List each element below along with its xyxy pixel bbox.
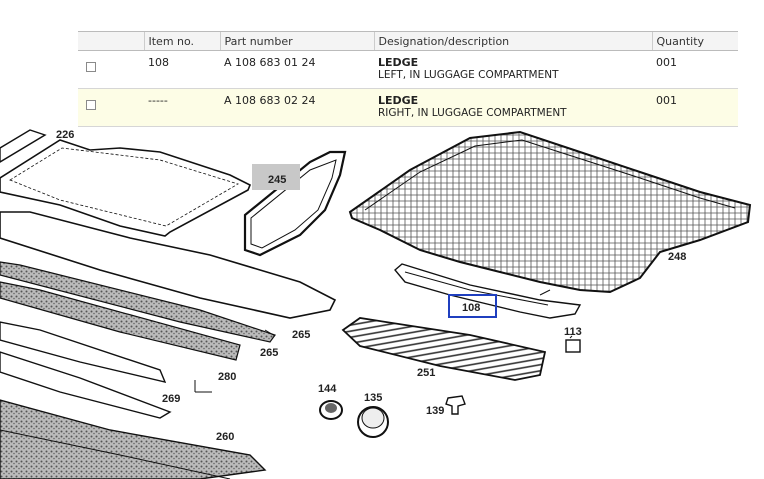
clip-113 bbox=[565, 339, 581, 353]
label-248: 248 bbox=[668, 251, 686, 263]
row-checkbox[interactable] bbox=[86, 62, 96, 72]
part-number-cell: A 108 683 01 24 bbox=[220, 50, 374, 89]
designation-cell: LEDGE RIGHT, IN LUGGAGE COMPARTMENT bbox=[374, 88, 652, 127]
label-135: 135 bbox=[364, 392, 382, 404]
mat-251 bbox=[341, 317, 547, 381]
table-row[interactable]: ----- A 108 683 02 24 LEDGE RIGHT, IN LU… bbox=[78, 88, 738, 127]
quantity-cell: 001 bbox=[652, 50, 738, 89]
part-number-cell: A 108 683 02 24 bbox=[220, 88, 374, 127]
header-quantity[interactable]: Quantity bbox=[651, 31, 738, 51]
label-113: 113 bbox=[564, 326, 582, 338]
header-part-number[interactable]: Part number bbox=[219, 31, 374, 51]
designation-description: LEFT, IN LUGGAGE COMPARTMENT bbox=[378, 69, 559, 81]
header-designation[interactable]: Designation/description bbox=[373, 31, 652, 51]
label-108: 108 bbox=[462, 302, 480, 314]
label-269: 269 bbox=[162, 393, 180, 405]
designation-title: LEDGE bbox=[378, 94, 419, 107]
label-245: 245 bbox=[268, 174, 286, 186]
item-no-cell: ----- bbox=[144, 88, 220, 127]
label-139: 139 bbox=[426, 405, 444, 417]
row-select-cell bbox=[78, 88, 144, 127]
label-265-b: 265 bbox=[260, 347, 278, 359]
header-item-no[interactable]: Item no. bbox=[143, 31, 220, 51]
label-260: 260 bbox=[216, 431, 234, 443]
label-265-a: 265 bbox=[292, 329, 310, 341]
row-select-cell bbox=[78, 50, 144, 89]
header-select bbox=[78, 31, 144, 51]
table-header-row: Item no. Part number Designation/descrip… bbox=[78, 31, 738, 51]
designation-cell: LEDGE LEFT, IN LUGGAGE COMPARTMENT bbox=[374, 50, 652, 89]
row-checkbox[interactable] bbox=[86, 100, 96, 110]
quantity-cell: 001 bbox=[652, 88, 738, 127]
parts-table: Item no. Part number Designation/descrip… bbox=[78, 31, 738, 127]
plug-144 bbox=[319, 400, 343, 420]
plug-135 bbox=[357, 406, 389, 438]
label-144: 144 bbox=[318, 383, 337, 395]
designation-title: LEDGE bbox=[378, 56, 419, 69]
label-280: 280 bbox=[218, 371, 236, 383]
designation-description: RIGHT, IN LUGGAGE COMPARTMENT bbox=[378, 107, 567, 119]
table-row[interactable]: 108 A 108 683 01 24 LEDGE LEFT, IN LUGGA… bbox=[78, 50, 738, 89]
label-251: 251 bbox=[417, 367, 435, 379]
clip-139 bbox=[445, 395, 466, 415]
label-226: 226 bbox=[56, 129, 74, 141]
item-no-cell: 108 bbox=[144, 50, 220, 89]
